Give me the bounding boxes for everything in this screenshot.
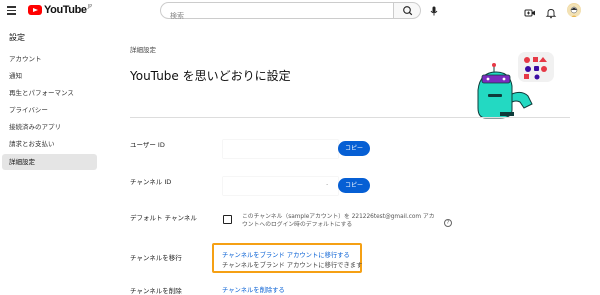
sidebar-item-privacy[interactable]: プライバシー	[2, 102, 97, 118]
page-title: YouTube を思いどおりに設定	[130, 69, 291, 83]
move-channel-link[interactable]: チャンネルをブランド アカウントに移行する	[222, 250, 350, 259]
youtube-logo[interactable]: YouTube JP	[28, 4, 92, 16]
default-channel-checkbox[interactable]	[223, 215, 232, 224]
move-channel-subtext: チャンネルをブランド アカウントに移行できます	[222, 262, 363, 269]
sidebar-item-billing[interactable]: 請求とお支払い	[2, 136, 97, 152]
user-avatar-icon	[567, 4, 581, 17]
sidebar-item-notifications[interactable]: 通知	[2, 68, 97, 84]
search-button[interactable]	[393, 2, 421, 19]
channel-id-label: チャンネル ID	[130, 178, 172, 186]
robot-illustration-icon	[477, 52, 554, 119]
default-channel-description: このチャンネル（sampleアカウント）を 221226test@gmail.c…	[242, 214, 435, 228]
copy-channel-id-button[interactable]: コピー	[338, 178, 370, 193]
menu-icon[interactable]	[6, 4, 18, 16]
create-button[interactable]	[524, 4, 536, 17]
section-label: 詳細設定	[130, 46, 156, 54]
sidebar-title: 設定	[9, 33, 25, 42]
sidebar-item-account[interactable]: アカウント	[2, 51, 97, 67]
user-id-label: ユーザー ID	[130, 141, 165, 149]
sidebar-item-playback[interactable]: 再生とパフォーマンス	[2, 85, 97, 101]
search-icon	[403, 6, 413, 16]
logo-region: JP	[87, 3, 93, 10]
search-box	[160, 2, 394, 24]
sidebar-item-advanced[interactable]: 詳細設定	[2, 154, 97, 170]
microphone-icon	[430, 6, 438, 16]
channel-id-field[interactable]: ·	[223, 177, 338, 195]
logo-text: YouTube	[44, 4, 87, 16]
user-id-field[interactable]	[223, 140, 338, 158]
bell-icon	[545, 9, 557, 19]
avatar[interactable]	[567, 3, 581, 17]
copy-user-id-button[interactable]: コピー	[338, 141, 370, 156]
voice-search-button[interactable]	[427, 3, 441, 17]
top-bar: YouTube JP	[0, 0, 600, 24]
help-icon[interactable]: ?	[444, 219, 452, 227]
delete-channel-label: チャンネルを削除	[130, 287, 182, 295]
default-channel-label: デフォルト チャンネル	[130, 214, 197, 222]
search-input[interactable]	[161, 8, 393, 24]
move-channel-label: チャンネルを移行	[130, 254, 182, 262]
section-divider	[130, 117, 570, 118]
sidebar-item-connected-apps[interactable]: 接続済みのアプリ	[2, 119, 97, 135]
video-camera-icon	[524, 9, 535, 17]
youtube-play-icon	[28, 5, 42, 15]
notifications-button[interactable]	[545, 4, 557, 19]
delete-channel-link[interactable]: チャンネルを削除する	[222, 285, 285, 294]
